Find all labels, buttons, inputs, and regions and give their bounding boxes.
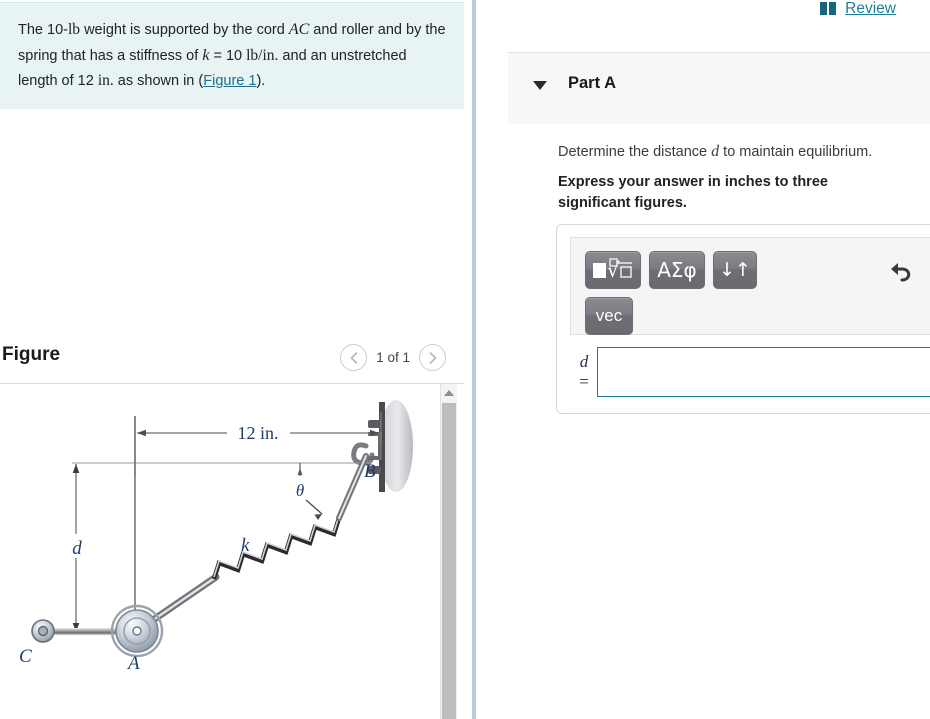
prompt-text-b: to maintain equilibrium. [719, 144, 873, 160]
mechanism-diagram: 12 in. d k θ C A B [19, 400, 413, 674]
problem-line1-b: weight is supported by the cord [80, 22, 289, 38]
stiffness-units: lb/in. [246, 46, 279, 64]
problem-line2-c: and [278, 47, 307, 64]
answer-variable-label: d = [571, 347, 597, 390]
point-label-b: B [364, 461, 376, 482]
problem-line3-b: as shown in ( [113, 72, 204, 89]
dim-arrow-d-top [72, 464, 80, 473]
vector-button[interactable]: vec [585, 297, 633, 335]
problem-statement-text: The 10-lb weight is supported by the cor… [18, 17, 446, 93]
dim-label-d: d [72, 538, 82, 559]
answer-entry-card: √ ΑΣφ ↓↑ vec d = [556, 224, 930, 414]
bracket-bolt-top [368, 420, 381, 428]
theta-leader-arrow [314, 514, 322, 520]
scroll-up-button[interactable] [441, 384, 457, 401]
figure-next-button[interactable] [419, 344, 446, 371]
review-label: Review [845, 0, 896, 17]
chevron-right-icon [429, 351, 437, 364]
spring-label-k: k [241, 535, 250, 556]
prompt-text-a: Determine the distance [558, 144, 712, 160]
figure-header: Figure 1 of 1 [0, 340, 464, 380]
point-label-c: C [19, 646, 32, 667]
answer-variable: d [579, 352, 589, 371]
angle-label-theta: θ [296, 481, 304, 500]
review-link[interactable]: Review [820, 0, 896, 18]
chevron-left-icon [350, 351, 358, 364]
figure-prev-button[interactable] [340, 344, 368, 371]
undo-arrow-icon [891, 263, 911, 282]
point-label-a: A [126, 653, 140, 674]
pulley-a-hub [132, 626, 142, 636]
answer-instruction: Express your answer in inches to three s… [558, 174, 828, 212]
book-icon [820, 2, 837, 16]
figure-1-link[interactable]: Figure 1 [203, 73, 256, 89]
roller-c-hub [37, 625, 49, 637]
figure-navigation: 1 of 1 [340, 344, 446, 371]
rod-spring-to-B [336, 453, 369, 521]
question-prompt: Determine the distance d to maintain equ… [558, 140, 928, 163]
undo-redo-arrows-button[interactable]: ↓↑ [713, 251, 757, 289]
problem-line1-a: The 10- [18, 22, 68, 38]
theta-leader-line [305, 499, 323, 515]
problem-page: The 10-lb weight is supported by the cor… [0, 0, 930, 719]
caret-down-icon [533, 81, 547, 90]
problem-line2-b: = 10 [209, 47, 247, 64]
answer-input-row: d = [571, 347, 930, 397]
problem-line3-c: ). [256, 72, 266, 89]
dim-arrow-left [137, 429, 146, 437]
theta-arrowhead-up [297, 468, 303, 475]
dim-label-12in: 12 in. [237, 423, 278, 443]
answer-equals-sign: = [579, 372, 589, 391]
left-column: The 10-lb weight is supported by the cor… [0, 0, 472, 719]
sqrt-template-icon: √ [593, 258, 633, 282]
triangle-up-icon [444, 389, 454, 396]
problem-line1-c: and roller [309, 22, 374, 38]
figure-title: Figure [2, 344, 61, 365]
figure-image-pane: 12 in. d k θ C A B [0, 384, 440, 719]
figure-scrollbar[interactable] [440, 384, 457, 719]
prompt-variable-d: d [711, 143, 720, 160]
problem-statement-box: The 10-lb weight is supported by the cor… [0, 2, 464, 110]
answer-input[interactable] [597, 347, 930, 397]
unit-lb: lb [67, 21, 81, 38]
cord-label: AC [288, 21, 310, 38]
figure-counter: 1 of 1 [376, 350, 410, 365]
undo-button[interactable] [889, 260, 915, 286]
scrollbar-thumb[interactable] [442, 403, 456, 719]
math-toolbar: √ ΑΣφ ↓↑ vec [570, 237, 930, 335]
length-units: in. [97, 71, 114, 89]
svg-text:√: √ [607, 258, 620, 282]
part-a-label: Part A [568, 74, 616, 92]
math-template-button[interactable]: √ [585, 251, 641, 289]
right-column: Review Part A Determine the distance d t… [476, 0, 930, 719]
greek-symbols-button[interactable]: ΑΣφ [649, 251, 705, 289]
part-a-header[interactable]: Part A [508, 52, 930, 124]
